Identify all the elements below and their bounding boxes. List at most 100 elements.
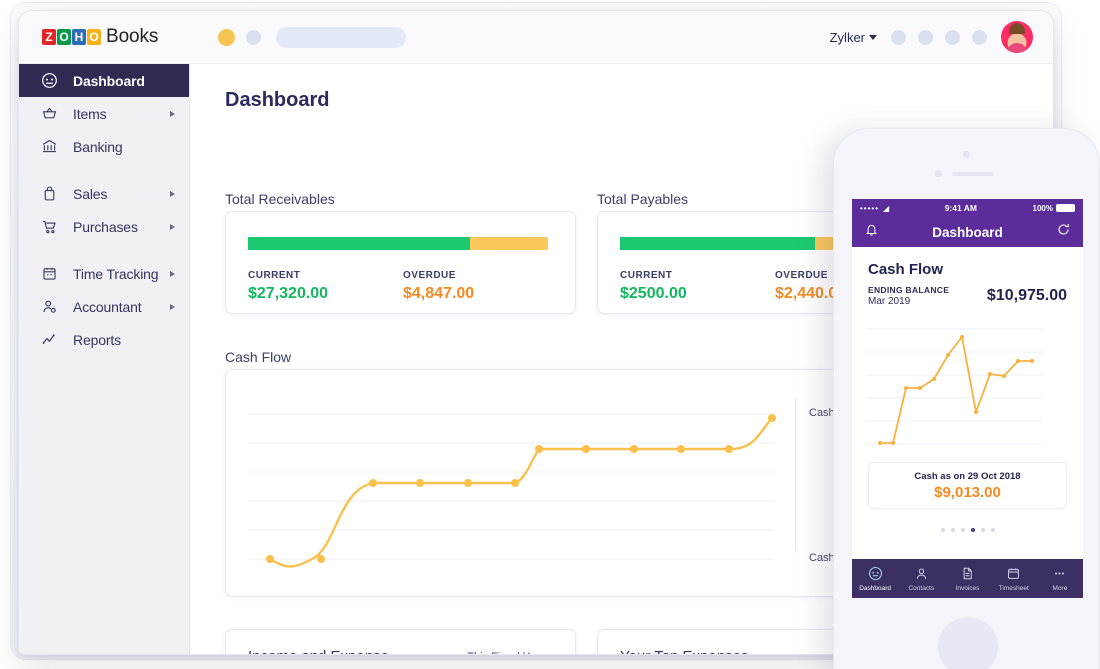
chevron-down-icon[interactable] xyxy=(869,35,877,40)
phone-tab-label-timesheet: Timesheet xyxy=(999,585,1029,592)
phone-tab-label-dashboard: Dashboard xyxy=(859,585,891,592)
sidebar-item-sales[interactable]: Sales xyxy=(19,177,189,210)
phone-tab-timesheet[interactable]: Timesheet xyxy=(991,566,1037,592)
refresh-icon[interactable] xyxy=(1056,222,1071,242)
payables-section-label: Total Payables xyxy=(597,191,688,207)
battery-percent: 100% xyxy=(1033,204,1053,213)
sidebar-label-dashboard: Dashboard xyxy=(73,73,145,89)
sidebar-item-reports[interactable]: Reports xyxy=(19,323,189,356)
page-dot-5[interactable] xyxy=(981,528,985,532)
phone-page-dots[interactable] xyxy=(852,528,1083,532)
cart-icon xyxy=(41,218,58,235)
phone-tab-label-more: More xyxy=(1053,585,1068,592)
income-expense-card: Income and Expense This Fiscal Year xyxy=(225,629,576,655)
phone-tab-contacts[interactable]: Contacts xyxy=(898,566,944,592)
receivables-overdue-label: OVERDUE xyxy=(403,270,558,281)
page-dot-6[interactable] xyxy=(991,528,995,532)
app-topbar: Z O H O Books Zylker xyxy=(19,11,1054,64)
phone-tab-invoices[interactable]: Invoices xyxy=(944,566,990,592)
phone-cash-as-on-label: Cash as on 29 Oct 2018 xyxy=(869,471,1066,482)
header-icon-2[interactable] xyxy=(918,30,933,45)
phone-body: Cash Flow ENDING BALANCE Mar 2019 $10,97… xyxy=(852,247,1083,547)
organization-name[interactable]: Zylker xyxy=(830,30,865,45)
dashboard-icon xyxy=(41,72,58,89)
phone-tab-more[interactable]: More xyxy=(1037,566,1083,592)
phone-tabbar: Dashboard Contacts xyxy=(852,559,1083,598)
more-icon xyxy=(1037,566,1083,583)
phone-navbar-title: Dashboard xyxy=(932,225,1003,240)
zoho-books-logo[interactable]: Z O H O Books xyxy=(42,26,158,48)
wifi-icon: ◢ xyxy=(883,204,889,213)
phone-navbar: Dashboard xyxy=(852,217,1083,247)
screenshot-stage: Z O H O Books Zylker xyxy=(0,0,1100,669)
calendar-icon xyxy=(991,566,1037,583)
bank-icon xyxy=(41,138,58,155)
chevron-right-icon xyxy=(170,111,175,117)
page-dot-2[interactable] xyxy=(951,528,955,532)
logo-tile-o1: O xyxy=(57,29,71,45)
receivables-overdue-value: $4,847.00 xyxy=(403,285,558,303)
receivables-overdue-block: OVERDUE $4,847.00 xyxy=(403,270,558,303)
header-icon-3[interactable] xyxy=(945,30,960,45)
basket-icon xyxy=(41,105,58,122)
chevron-right-icon xyxy=(170,304,175,310)
avatar[interactable] xyxy=(1001,21,1033,53)
signal-icon: ••••• xyxy=(860,204,879,213)
page-title: Dashboard xyxy=(225,89,1054,112)
payables-bar-current xyxy=(620,237,815,250)
search-input[interactable] xyxy=(276,27,406,48)
phone-sensor-icon xyxy=(935,170,942,177)
chevron-right-icon xyxy=(170,191,175,197)
phone-tab-dashboard[interactable]: Dashboard xyxy=(852,566,898,592)
income-expense-filter-label: This Fiscal Year xyxy=(467,651,545,655)
battery-icon xyxy=(1056,204,1075,212)
page-dot-1[interactable] xyxy=(941,528,945,532)
phone-cashflow-title: Cash Flow xyxy=(868,261,1067,278)
receivables-current-label: CURRENT xyxy=(248,270,403,281)
phone-cash-as-on-card: Cash as on 29 Oct 2018 $9,013.00 xyxy=(868,462,1067,509)
person-icon xyxy=(898,566,944,583)
sidebar-item-dashboard[interactable]: Dashboard xyxy=(19,64,189,97)
top-expenses-title: Your Top Expenses xyxy=(620,648,748,655)
payables-current-label: CURRENT xyxy=(620,270,775,281)
phone-screen: ••••• ◢ 9:41 AM 100% Dashboard xyxy=(852,199,1083,598)
sidebar-item-accountant[interactable]: Accountant xyxy=(19,290,189,323)
receivables-bar-overdue xyxy=(470,237,548,250)
header-icon-4[interactable] xyxy=(972,30,987,45)
sidebar-item-time-tracking[interactable]: Time Tracking xyxy=(19,257,189,290)
payables-current-value: $2500.00 xyxy=(620,285,775,303)
chevron-right-icon xyxy=(170,271,175,277)
dashboard-icon xyxy=(852,566,898,583)
phone-speaker xyxy=(952,172,994,176)
sidebar-divider-2 xyxy=(19,243,189,257)
trend-icon xyxy=(41,331,58,348)
phone-camera-icon xyxy=(963,151,970,158)
header-icon-1[interactable] xyxy=(891,30,906,45)
bell-icon[interactable] xyxy=(864,222,879,242)
phone-home-button[interactable] xyxy=(938,617,998,669)
receivables-current-value: $27,320.00 xyxy=(248,285,403,303)
phone-tab-label-contacts: Contacts xyxy=(908,585,934,592)
sidebar-label-sales: Sales xyxy=(73,186,107,202)
sidebar-label-banking: Banking xyxy=(73,139,123,155)
sidebar-item-banking[interactable]: Banking xyxy=(19,130,189,163)
sidebar-item-purchases[interactable]: Purchases xyxy=(19,210,189,243)
page-dot-4[interactable] xyxy=(971,528,975,532)
total-receivables-card: CURRENT $27,320.00 OVERDUE $4,847.00 xyxy=(225,211,576,314)
zoho-logo-tiles: Z O H O xyxy=(42,29,101,45)
sidebar: Dashboard Items Banking xyxy=(19,64,190,655)
nav-indicator-grey[interactable] xyxy=(246,30,261,45)
income-expense-filter[interactable]: This Fiscal Year xyxy=(467,651,557,655)
sidebar-label-purchases: Purchases xyxy=(73,219,138,235)
sidebar-label-reports: Reports xyxy=(73,332,121,348)
phone-mockup: ••••• ◢ 9:41 AM 100% Dashboard xyxy=(833,128,1100,669)
sidebar-label-items: Items xyxy=(73,106,106,122)
page-dot-3[interactable] xyxy=(961,528,965,532)
sidebar-item-items[interactable]: Items xyxy=(19,97,189,130)
sidebar-divider-1 xyxy=(19,163,189,177)
cashflow-section-label: Cash Flow xyxy=(225,349,291,365)
calendar-icon xyxy=(41,265,58,282)
document-icon xyxy=(944,566,990,583)
nav-indicator-amber[interactable] xyxy=(218,29,235,46)
phone-ending-balance-value: $10,975.00 xyxy=(987,287,1067,305)
